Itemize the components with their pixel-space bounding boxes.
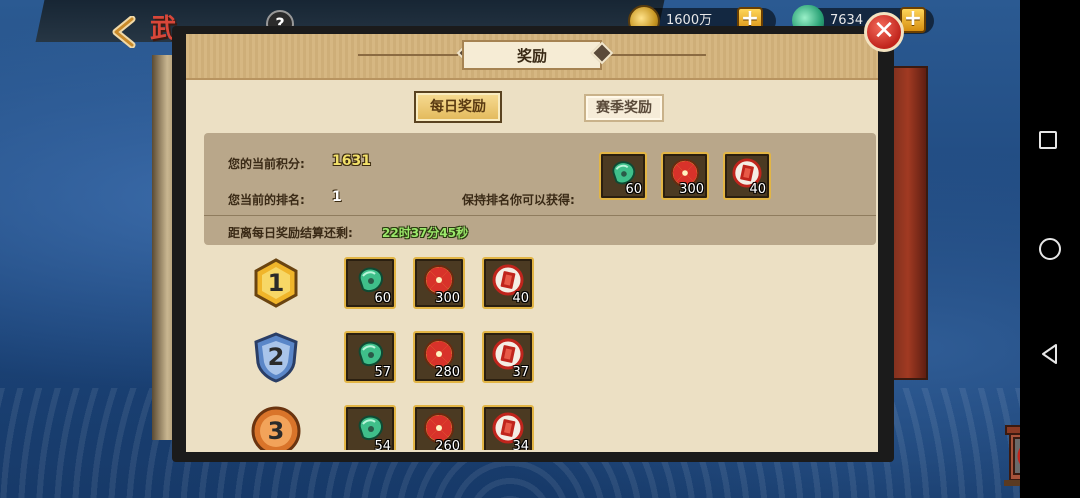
rank-medal-icon: 1 <box>250 257 302 309</box>
reward-item[interactable]: 40 <box>482 257 534 309</box>
reward-quantity: 54 <box>374 439 391 450</box>
title-divider <box>606 54 706 56</box>
dialog-title: 奖励 <box>462 40 602 70</box>
reward-item[interactable]: 300 <box>413 257 465 309</box>
dialog-body: 奖励 每日奖励 赛季奖励 您的当前积分: 1631 您当前的排名: 1 保持排名… <box>186 34 878 452</box>
reward-quantity: 60 <box>625 182 642 197</box>
reward-item[interactable]: 60 <box>344 257 396 309</box>
reward-item[interactable]: 37 <box>482 331 534 383</box>
rank-reward-list[interactable]: 1 60 300 40 2 57 280 37 3 54 260 34 <box>186 247 878 450</box>
system-navigation-bar <box>1020 0 1080 498</box>
reward-item[interactable]: 260 <box>413 405 465 450</box>
reward-quantity: 40 <box>749 182 766 197</box>
reward-item[interactable]: 54 <box>344 405 396 450</box>
reward-item[interactable]: 34 <box>482 405 534 450</box>
reward-item[interactable]: 280 <box>413 331 465 383</box>
rank-value: 1 <box>332 189 342 205</box>
reward-item[interactable]: 57 <box>344 331 396 383</box>
reward-item[interactable]: 60 <box>599 152 647 200</box>
reward-item[interactable]: 300 <box>661 152 709 200</box>
rank-medal-icon: 2 <box>250 331 302 383</box>
reward-quantity: 300 <box>679 182 704 197</box>
reward-item[interactable]: 40 <box>723 152 771 200</box>
rank-number: 2 <box>267 343 285 371</box>
tab-daily-reward[interactable]: 每日奖励 <box>414 91 502 123</box>
back-icon[interactable] <box>1039 343 1061 365</box>
rank-row: 1 60 300 40 <box>186 251 878 321</box>
rank-label: 您当前的排名: <box>228 193 305 207</box>
reward-dialog: 奖励 每日奖励 赛季奖励 您的当前积分: 1631 您当前的排名: 1 保持排名… <box>172 26 894 462</box>
countdown-label: 距离每日奖励结算还剩: <box>228 226 353 240</box>
recent-apps-icon[interactable] <box>1039 131 1057 149</box>
rank-medal-icon: 3 <box>250 405 302 450</box>
rank-row: 3 54 260 34 <box>186 399 878 450</box>
tab-season-reward[interactable]: 赛季奖励 <box>584 94 664 122</box>
keep-rank-label: 保持排名你可以获得: <box>462 193 575 207</box>
reward-quantity: 37 <box>512 365 529 380</box>
reward-quantity: 280 <box>435 365 460 380</box>
reward-quantity: 300 <box>435 291 460 306</box>
close-button[interactable]: ✕ <box>864 12 904 52</box>
reward-quantity: 260 <box>435 439 460 450</box>
title-divider <box>358 54 458 56</box>
info-divider <box>204 215 876 216</box>
rank-number: 1 <box>267 269 285 297</box>
reward-quantity: 34 <box>512 439 529 450</box>
rank-row: 2 57 280 37 <box>186 325 878 395</box>
countdown-value: 22时37分45秒 <box>382 226 469 240</box>
dialog-header: 奖励 <box>186 34 878 80</box>
background-panel-right <box>888 66 928 380</box>
reward-quantity: 57 <box>374 365 391 380</box>
score-value: 1631 <box>332 153 371 169</box>
back-arrow-icon[interactable] <box>108 15 144 49</box>
reward-quantity: 40 <box>512 291 529 306</box>
home-icon[interactable] <box>1039 238 1061 260</box>
reward-quantity: 60 <box>374 291 391 306</box>
rank-number: 3 <box>267 417 285 445</box>
score-label: 您的当前积分: <box>228 157 305 171</box>
